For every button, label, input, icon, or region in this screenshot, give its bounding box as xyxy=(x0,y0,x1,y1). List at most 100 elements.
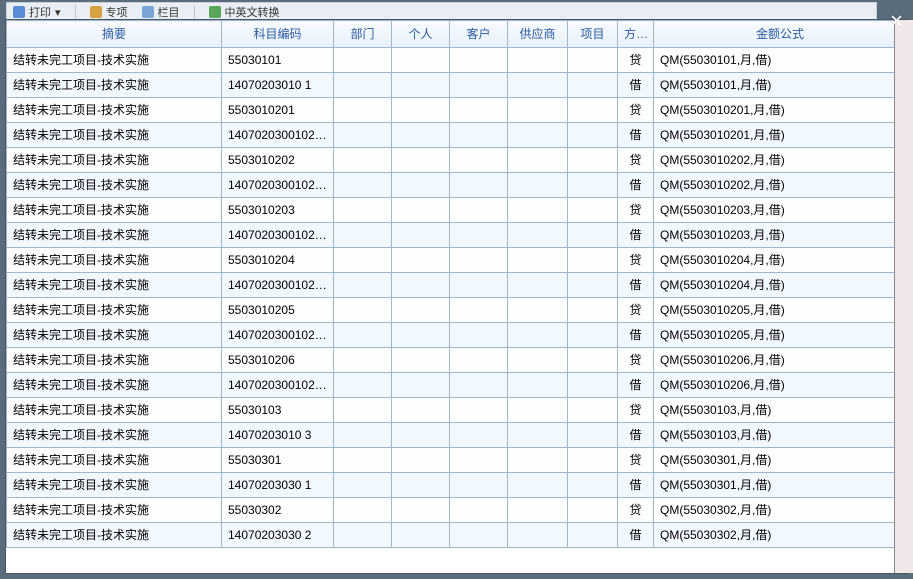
cell-customer xyxy=(450,448,508,473)
col-summary[interactable]: 摘要 xyxy=(7,21,222,48)
cell-project xyxy=(568,98,618,123)
cell-supplier xyxy=(508,73,568,98)
cell-supplier xyxy=(508,98,568,123)
table-row[interactable]: 结转未完工项目-技术实施5503010205贷QM(5503010205,月,借… xyxy=(7,298,907,323)
table-row[interactable]: 结转未完工项目-技术实施55030301贷QM(55030301,月,借) xyxy=(7,448,907,473)
cell-summary: 结转未完工项目-技术实施 xyxy=(7,273,222,298)
print-button[interactable]: 打印 ▾ xyxy=(13,4,61,20)
toolbar-separator xyxy=(194,5,195,19)
table-row[interactable]: 结转未完工项目-技术实施55030101贷QM(55030101,月,借) xyxy=(7,48,907,73)
cell-customer xyxy=(450,498,508,523)
col-supplier[interactable]: 供应商 xyxy=(508,21,568,48)
cell-summary: 结转未完工项目-技术实施 xyxy=(7,198,222,223)
cell-person xyxy=(392,98,450,123)
cell-summary: 结转未完工项目-技术实施 xyxy=(7,248,222,273)
close-icon[interactable]: × xyxy=(890,10,903,32)
cell-summary: 结转未完工项目-技术实施 xyxy=(7,123,222,148)
cell-supplier xyxy=(508,48,568,73)
cell-direction: 借 xyxy=(618,223,654,248)
cell-customer xyxy=(450,423,508,448)
cell-code: 140702030010206 xyxy=(222,373,334,398)
col-person[interactable]: 个人 xyxy=(392,21,450,48)
column-button[interactable]: 栏目 xyxy=(142,4,180,20)
convert-label: 中英文转换 xyxy=(225,4,280,20)
cell-project xyxy=(568,298,618,323)
cell-direction: 贷 xyxy=(618,498,654,523)
table-row[interactable]: 结转未完工项目-技术实施14070203030 2借QM(55030302,月,… xyxy=(7,523,907,548)
col-dept[interactable]: 部门 xyxy=(334,21,392,48)
cell-person xyxy=(392,398,450,423)
cell-direction: 借 xyxy=(618,423,654,448)
table-row[interactable]: 结转未完工项目-技术实施140702030010201借QM(550301020… xyxy=(7,123,907,148)
table-row[interactable]: 结转未完工项目-技术实施14070203030 1借QM(55030301,月,… xyxy=(7,473,907,498)
background-panel xyxy=(894,20,913,573)
cell-person xyxy=(392,323,450,348)
cell-project xyxy=(568,498,618,523)
cell-dept xyxy=(334,173,392,198)
col-code[interactable]: 科目编码 xyxy=(222,21,334,48)
cell-person xyxy=(392,73,450,98)
cell-direction: 贷 xyxy=(618,298,654,323)
table-row[interactable]: 结转未完工项目-技术实施14070203010 1借QM(55030101,月,… xyxy=(7,73,907,98)
cell-dept xyxy=(334,273,392,298)
cell-customer xyxy=(450,348,508,373)
cell-summary: 结转未完工项目-技术实施 xyxy=(7,148,222,173)
cell-supplier xyxy=(508,348,568,373)
col-customer[interactable]: 客户 xyxy=(450,21,508,48)
cell-dept xyxy=(334,98,392,123)
cell-customer xyxy=(450,123,508,148)
column-label: 栏目 xyxy=(158,4,180,20)
col-formula[interactable]: 金额公式 xyxy=(654,21,907,48)
toolbar-separator xyxy=(75,5,76,19)
cell-formula: QM(5503010205,月,借) xyxy=(654,298,907,323)
cell-supplier xyxy=(508,298,568,323)
table-row[interactable]: 结转未完工项目-技术实施5503010206贷QM(5503010206,月,借… xyxy=(7,348,907,373)
cell-person xyxy=(392,173,450,198)
cell-customer xyxy=(450,148,508,173)
cell-summary: 结转未完工项目-技术实施 xyxy=(7,373,222,398)
table-row[interactable]: 结转未完工项目-技术实施55030302贷QM(55030302,月,借) xyxy=(7,498,907,523)
cell-customer xyxy=(450,373,508,398)
cell-code: 5503010201 xyxy=(222,98,334,123)
cell-summary: 结转未完工项目-技术实施 xyxy=(7,173,222,198)
special-button[interactable]: 专项 xyxy=(90,4,128,20)
cell-code: 5503010202 xyxy=(222,148,334,173)
table-row[interactable]: 结转未完工项目-技术实施140702030010206借QM(550301020… xyxy=(7,373,907,398)
translate-icon xyxy=(209,6,221,18)
cell-person xyxy=(392,448,450,473)
col-direction[interactable]: 方向 xyxy=(618,21,654,48)
cell-formula: QM(55030302,月,借) xyxy=(654,498,907,523)
cell-dept xyxy=(334,123,392,148)
cell-summary: 结转未完工项目-技术实施 xyxy=(7,323,222,348)
table-row[interactable]: 结转未完工项目-技术实施140702030010205借QM(550301020… xyxy=(7,323,907,348)
table-row[interactable]: 结转未完工项目-技术实施5503010203贷QM(5503010203,月,借… xyxy=(7,198,907,223)
data-panel: 摘要 科目编码 部门 个人 客户 供应商 项目 方向 金额公式 结转未完工项目-… xyxy=(6,20,907,573)
cell-formula: QM(5503010205,月,借) xyxy=(654,323,907,348)
cell-supplier xyxy=(508,273,568,298)
cell-code: 5503010203 xyxy=(222,198,334,223)
table-row[interactable]: 结转未完工项目-技术实施14070203010 3借QM(55030103,月,… xyxy=(7,423,907,448)
cell-formula: QM(5503010204,月,借) xyxy=(654,248,907,273)
col-project[interactable]: 项目 xyxy=(568,21,618,48)
table-row[interactable]: 结转未完工项目-技术实施55030103贷QM(55030103,月,借) xyxy=(7,398,907,423)
cell-direction: 贷 xyxy=(618,48,654,73)
cell-summary: 结转未完工项目-技术实施 xyxy=(7,348,222,373)
cell-dept xyxy=(334,448,392,473)
cell-project xyxy=(568,473,618,498)
cell-customer xyxy=(450,48,508,73)
table-row[interactable]: 结转未完工项目-技术实施5503010204贷QM(5503010204,月,借… xyxy=(7,248,907,273)
table-row[interactable]: 结转未完工项目-技术实施5503010202贷QM(5503010202,月,借… xyxy=(7,148,907,173)
cell-summary: 结转未完工项目-技术实施 xyxy=(7,98,222,123)
cell-summary: 结转未完工项目-技术实施 xyxy=(7,523,222,548)
cell-formula: QM(5503010203,月,借) xyxy=(654,198,907,223)
convert-button[interactable]: 中英文转换 xyxy=(209,4,280,20)
cell-person xyxy=(392,298,450,323)
cell-formula: QM(5503010201,月,借) xyxy=(654,98,907,123)
table-row[interactable]: 结转未完工项目-技术实施140702030010204借QM(550301020… xyxy=(7,273,907,298)
table-row[interactable]: 结转未完工项目-技术实施140702030010203借QM(550301020… xyxy=(7,223,907,248)
table-row[interactable]: 结转未完工项目-技术实施140702030010202借QM(550301020… xyxy=(7,173,907,198)
table-row[interactable]: 结转未完工项目-技术实施5503010201贷QM(5503010201,月,借… xyxy=(7,98,907,123)
cell-formula: QM(5503010204,月,借) xyxy=(654,273,907,298)
cell-customer xyxy=(450,298,508,323)
cell-customer xyxy=(450,248,508,273)
